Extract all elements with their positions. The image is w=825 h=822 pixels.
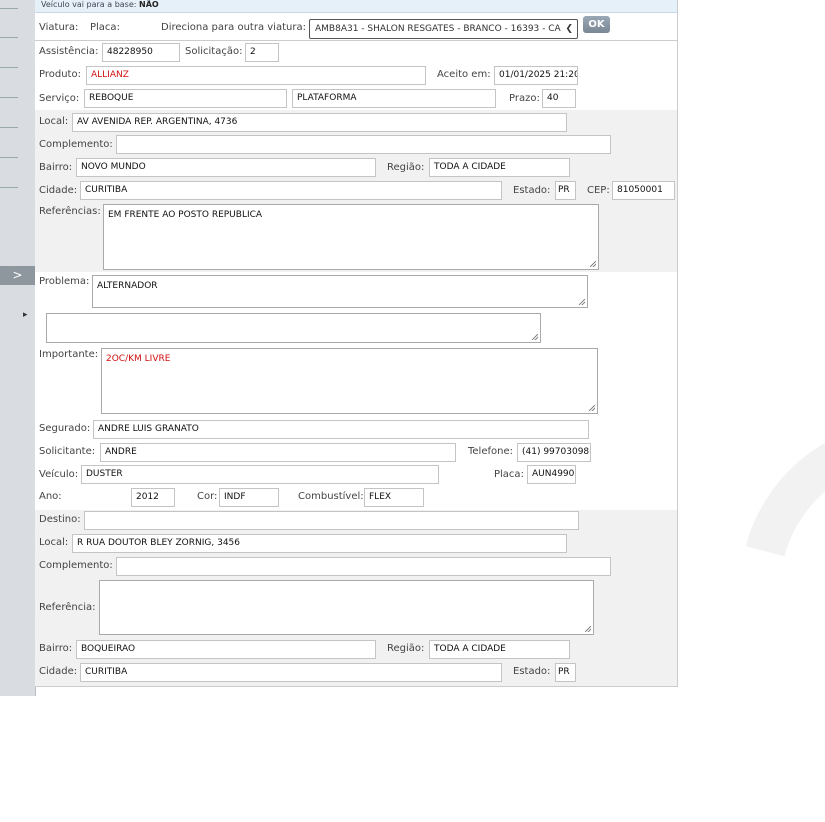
combustivel-input[interactable]: FLEX (364, 488, 424, 507)
solicitante-input[interactable]: ANDRE (100, 443, 456, 462)
regiao-input[interactable]: TODA A CIDADE (429, 158, 570, 177)
destino-estado-label: Estado: (513, 666, 551, 677)
redirect-label: Direciona para outra viatura: (161, 22, 306, 33)
bairro-input[interactable]: NOVO MUNDO (76, 158, 376, 177)
cep-input[interactable]: 81050001 (612, 181, 675, 200)
servico-label: Serviço: (39, 93, 80, 104)
problema-value: ALTERNADOR (97, 281, 158, 291)
referencias-label: Referências: (39, 206, 101, 217)
vehicle-select-value: AMB8A31 - SHALON RESGATES - BRANCO - 163… (315, 24, 561, 34)
importante-label: Importante: (39, 349, 99, 360)
assistencia-label: Assistência: (39, 46, 99, 57)
servico-tipo-input[interactable]: PLATAFORMA (292, 89, 496, 108)
produto-input[interactable]: ALLIANZ (86, 66, 426, 85)
chevron-down-icon: ❮ (565, 24, 573, 34)
veiculo-label: Veículo: (39, 469, 79, 480)
cidade-label: Cidade: (39, 185, 78, 196)
importante-textarea[interactable]: 2OC/KM LIVRE (101, 348, 598, 414)
complemento-input[interactable] (116, 135, 611, 154)
importante-value: 2OC/KM LIVRE (106, 354, 171, 364)
solicitacao-input[interactable]: 2 (245, 43, 279, 62)
destino-input[interactable] (84, 511, 579, 530)
complemento-label: Complemento: (39, 139, 113, 150)
sidebar-divider (0, 97, 18, 98)
local-label: Local: (39, 116, 69, 127)
segurado-label: Segurado: (39, 423, 91, 434)
destino-cidade-input[interactable]: CURITIBA (80, 663, 502, 682)
problema-extra-textarea[interactable] (46, 313, 541, 343)
regiao-label: Região: (387, 162, 425, 173)
referencias-value: EM FRENTE AO POSTO REPUBLICA (108, 210, 263, 220)
destino-complemento-label: Complemento: (39, 560, 113, 571)
sidebar-divider (0, 8, 18, 9)
cor-input[interactable]: INDF (219, 488, 279, 507)
ano-label: Ano: (39, 491, 62, 502)
aceito-label: Aceito em: (437, 69, 491, 80)
destino-referencia-textarea[interactable] (99, 580, 594, 635)
produto-label: Produto: (39, 69, 81, 80)
divider (35, 40, 677, 41)
destino-bairro-label: Bairro: (39, 643, 73, 654)
telefone-input[interactable]: (41) 99703098( (517, 443, 591, 462)
background-arc (677, 357, 825, 822)
caret-right-icon[interactable]: ▸ (23, 310, 28, 320)
sidebar-divider (0, 127, 18, 128)
destino-regiao-input[interactable]: TODA A CIDADE (429, 640, 570, 659)
destino-bairro-input[interactable]: BOQUEIRAO (76, 640, 376, 659)
sidebar-expand-button[interactable]: > (0, 266, 35, 285)
telefone-label: Telefone: (468, 446, 513, 457)
cidade-input[interactable]: CURITIBA (80, 181, 502, 200)
aceito-input[interactable]: 01/01/2025 21:20 (494, 66, 578, 85)
base-label: Veículo vai para a base: (41, 0, 137, 9)
base-status-bar: Veículo vai para a base: NÃO (35, 0, 677, 13)
destino-local-input[interactable]: R RUA DOUTOR BLEY ZORNIG, 3456 (72, 534, 567, 553)
sidebar-divider (0, 37, 18, 38)
viatura-label: Viatura: (39, 22, 79, 33)
prazo-label: Prazo: (509, 93, 540, 104)
segurado-input[interactable]: ANDRE LUIS GRANATO (93, 420, 589, 439)
cor-label: Cor: (197, 491, 218, 502)
destino-estado-input[interactable]: PR (555, 663, 576, 682)
ano-input[interactable]: 2012 (131, 488, 175, 507)
destino-cidade-label: Cidade: (39, 666, 78, 677)
assistencia-input[interactable]: 48228950 (102, 43, 180, 62)
destino-complemento-input[interactable] (116, 557, 611, 576)
sidebar-divider (0, 67, 18, 68)
placa-input[interactable]: AUN4990 (527, 465, 576, 484)
cep-label: CEP: (587, 185, 610, 196)
destino-label: Destino: (39, 514, 81, 525)
prazo-input[interactable]: 40 (542, 89, 576, 108)
sidebar-divider (0, 187, 18, 188)
combustivel-label: Combustível: (298, 491, 364, 502)
placa-veiculo-label: Placa: (494, 469, 524, 480)
sidebar-divider (0, 157, 18, 158)
estado-input[interactable]: PR (555, 181, 576, 200)
base-value: NÃO (139, 0, 159, 9)
problema-label: Problema: (39, 276, 90, 287)
local-input[interactable]: AV AVENIDA REP. ARGENTINA, 4736 (72, 113, 567, 132)
destino-referencia-label: Referência: (39, 602, 96, 613)
servico-input[interactable]: REBOQUE (84, 89, 287, 108)
solicitacao-label: Solicitação: (185, 46, 243, 57)
bairro-label: Bairro: (39, 162, 73, 173)
veiculo-input[interactable]: DUSTER (81, 465, 439, 484)
destino-regiao-label: Região: (387, 643, 425, 654)
placa-label: Placa: (90, 22, 120, 33)
referencias-textarea[interactable]: EM FRENTE AO POSTO REPUBLICA (103, 204, 599, 270)
ok-button[interactable]: OK (583, 16, 610, 33)
sidebar: > ▸ (0, 0, 36, 696)
problema-textarea[interactable]: ALTERNADOR (92, 275, 588, 308)
destino-local-label: Local: (39, 537, 69, 548)
solicitante-label: Solicitante: (39, 446, 96, 457)
estado-label: Estado: (513, 185, 551, 196)
vehicle-select[interactable]: AMB8A31 - SHALON RESGATES - BRANCO - 163… (309, 19, 578, 39)
